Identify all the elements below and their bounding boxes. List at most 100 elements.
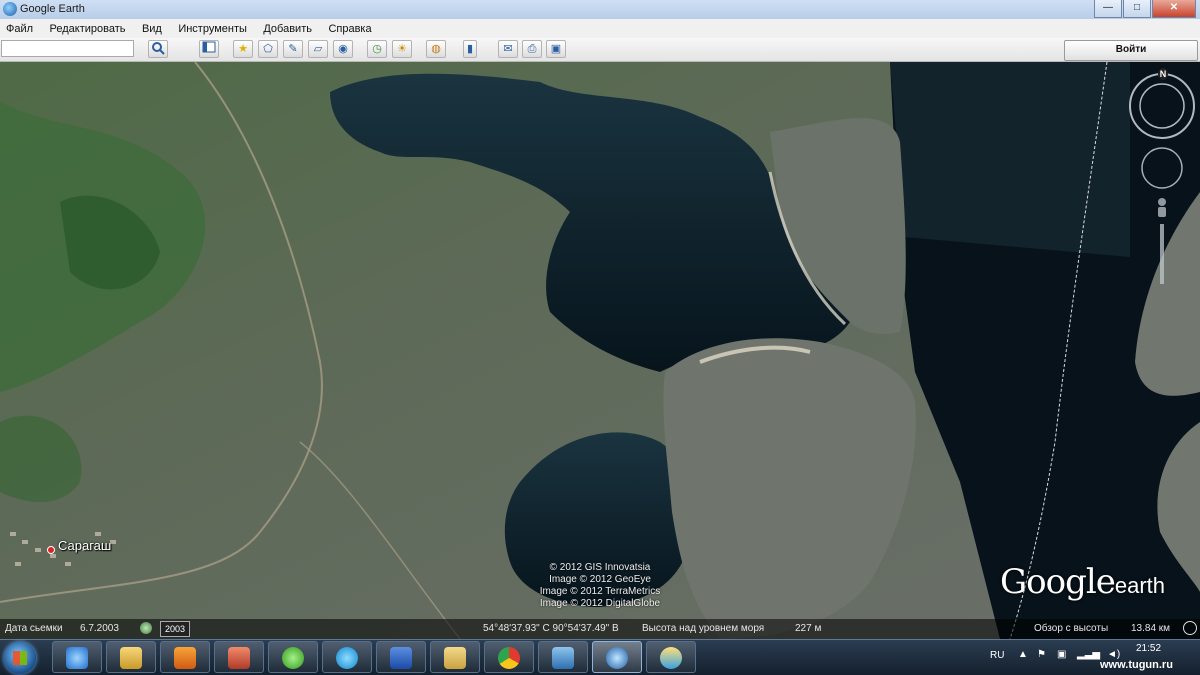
path-button[interactable]: ✎ xyxy=(283,40,303,58)
chrome-icon xyxy=(498,647,520,669)
pointer-coordinates: 54°48'37.93" С 90°54'37.49" В xyxy=(483,623,619,634)
start-button[interactable] xyxy=(4,642,36,674)
menu-file[interactable]: Файл xyxy=(0,20,39,35)
sunlight-icon: ☀ xyxy=(397,43,407,55)
save-image-icon: ▣ xyxy=(550,43,562,55)
navigation-controls: N xyxy=(1127,64,1197,284)
print-button[interactable]: ⎙ xyxy=(522,40,542,58)
maximize-button[interactable]: □ xyxy=(1123,0,1151,18)
network-icon[interactable]: ▂▃▅ xyxy=(1077,649,1100,660)
planets-icon: ◍ xyxy=(431,43,441,55)
ruler-icon: ▮ xyxy=(466,43,474,55)
copyright-line: Image © 2012 DigitalGlobe xyxy=(539,598,661,609)
taskbar: RU ▲ ⚑ ▣ ▂▃▅ ◄) 21:52 www.tugun.ru xyxy=(0,639,1200,675)
menu-view[interactable]: Вид xyxy=(136,20,168,35)
taskbar-app[interactable] xyxy=(268,641,318,673)
historical-imagery-clock-icon[interactable] xyxy=(140,622,152,634)
archive-icon xyxy=(228,647,250,669)
planets-button[interactable]: ◍ xyxy=(426,40,446,58)
paint-icon xyxy=(660,647,682,669)
place-marker-icon[interactable] xyxy=(47,546,55,554)
copyright-line: © 2012 GIS Innovatsia xyxy=(549,562,651,573)
google-earth-logo: Googleearth xyxy=(1000,562,1165,602)
polygon-icon: ⬠ xyxy=(263,43,273,55)
window-title: Google Earth xyxy=(20,3,85,15)
action-center-flag-icon[interactable]: ⚑ xyxy=(1037,649,1046,660)
taskbar-app[interactable] xyxy=(322,641,372,673)
internet-explorer-icon xyxy=(66,647,88,669)
file-explorer-icon xyxy=(120,647,142,669)
search-button[interactable] xyxy=(148,40,168,58)
record-tour-icon: ◉ xyxy=(338,43,348,55)
email-button[interactable]: ✉ xyxy=(498,40,518,58)
eye-altitude-label: Обзор с высоты xyxy=(1034,623,1109,634)
email-icon: ✉ xyxy=(503,43,513,55)
taskbar-app[interactable] xyxy=(538,641,588,673)
minimize-button[interactable]: — xyxy=(1094,0,1122,18)
taskbar-app[interactable] xyxy=(646,641,696,673)
historical-imagery-button[interactable]: ◷ xyxy=(367,40,387,58)
clock-time[interactable]: 21:52 xyxy=(1136,643,1161,654)
imagery-copyright: © 2012 GIS Innovatsia Image © 2012 GeoEy… xyxy=(520,562,680,610)
tray-app-icon[interactable]: ▣ xyxy=(1057,649,1066,660)
placemark-button[interactable]: ★ xyxy=(233,40,253,58)
eye-altitude-value: 13.84 км xyxy=(1131,623,1171,634)
menu-edit[interactable]: Редактировать xyxy=(44,20,132,35)
mail-agent-icon xyxy=(282,647,304,669)
sunlight-button[interactable]: ☀ xyxy=(392,40,412,58)
elevation-value: 227 м xyxy=(795,623,822,634)
placemark-icon: ★ xyxy=(238,43,248,55)
taskbar-app-active[interactable] xyxy=(592,641,642,673)
skype-icon xyxy=(336,647,358,669)
historical-imagery-icon: ◷ xyxy=(372,43,382,55)
menu-tools[interactable]: Инструменты xyxy=(172,20,253,35)
ruler-button[interactable]: ▮ xyxy=(463,40,477,58)
watermark: www.tugun.ru xyxy=(1100,659,1173,671)
search-input[interactable] xyxy=(1,40,134,57)
taskbar-app[interactable] xyxy=(214,641,264,673)
toolbar: ★ ⬠ ✎ ▱ ◉ ◷ ☀ ◍ ▮ ✉ ⎙ ▣ Войти xyxy=(0,38,1200,62)
taskbar-app[interactable] xyxy=(430,641,480,673)
taskbar-app[interactable] xyxy=(160,641,210,673)
copyright-line: Image © 2012 GeoEye xyxy=(549,574,651,585)
menu-help[interactable]: Справка xyxy=(322,20,377,35)
polygon-button[interactable]: ⬠ xyxy=(258,40,278,58)
logo-earth: earth xyxy=(1114,573,1166,598)
image-overlay-icon: ▱ xyxy=(313,43,323,55)
window-controls: — □ ✕ xyxy=(1093,0,1196,18)
compass-north-label[interactable]: N xyxy=(1158,68,1168,80)
place-label[interactable]: Сарагаш xyxy=(58,538,111,553)
status-bar: Дата сьемки 6.7.2003 2003 54°48'37.93" С… xyxy=(0,619,1200,639)
satellite-imagery xyxy=(0,62,1200,639)
streaming-indicator-icon xyxy=(1183,621,1197,635)
copyright-line: Image © 2012 TerraMetrics xyxy=(539,586,661,597)
taskbar-app[interactable] xyxy=(484,641,534,673)
imagery-date: 6.7.2003 xyxy=(80,623,119,634)
taskbar-app[interactable] xyxy=(376,641,426,673)
save-image-button[interactable]: ▣ xyxy=(546,40,566,58)
taskbar-app[interactable] xyxy=(52,641,102,673)
image-overlay-button[interactable]: ▱ xyxy=(308,40,328,58)
sidebar-button[interactable] xyxy=(199,40,219,58)
map-view[interactable]: Сарагаш © 2012 GIS Innovatsia Image © 20… xyxy=(0,62,1200,639)
language-indicator[interactable]: RU xyxy=(990,650,1004,661)
close-button[interactable]: ✕ xyxy=(1152,0,1196,18)
nav-controls-graphic xyxy=(1129,73,1195,284)
elevation-label: Высота над уровнем моря xyxy=(642,623,765,634)
taskbar-app[interactable] xyxy=(106,641,156,673)
google-earth-app-icon xyxy=(3,2,17,16)
imagery-date-label: Дата сьемки xyxy=(5,623,63,634)
word-icon xyxy=(390,647,412,669)
folder-icon xyxy=(444,647,466,669)
print-icon: ⎙ xyxy=(527,43,537,55)
picture-viewer-icon xyxy=(552,647,574,669)
menu-add[interactable]: Добавить xyxy=(257,20,318,35)
signin-button[interactable]: Войти xyxy=(1064,40,1198,61)
logo-google: Google xyxy=(1000,562,1116,602)
media-player-icon xyxy=(174,647,196,669)
google-earth-icon xyxy=(606,647,628,669)
imagery-year-badge[interactable]: 2003 xyxy=(160,621,190,637)
record-tour-button[interactable]: ◉ xyxy=(333,40,353,58)
path-icon: ✎ xyxy=(288,43,298,55)
tray-expand-icon[interactable]: ▲ xyxy=(1018,649,1028,660)
